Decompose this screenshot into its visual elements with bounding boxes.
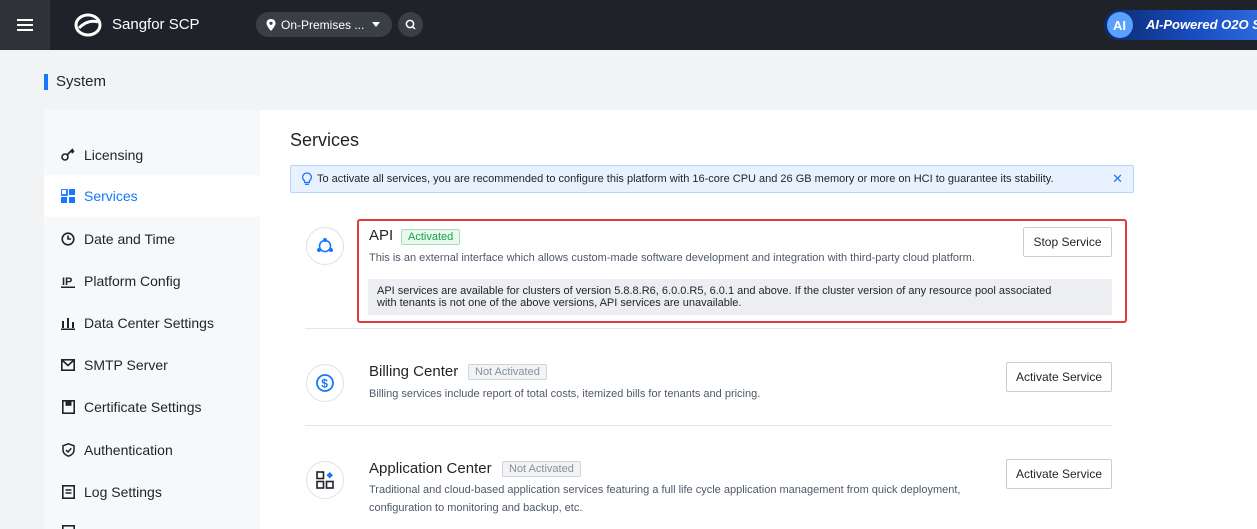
sidebar-item-label: Log Settings [84,484,162,500]
notice-text: To activate all services, you are recomm… [317,173,1054,185]
service-name-app-center: Application Center [369,460,492,477]
sidebar-item-services[interactable]: Services [44,175,260,217]
ai-banner[interactable]: AI AI-Powered O2O S [1104,10,1257,40]
sidebar: Licensing Services Date and Time IP Plat… [44,110,260,529]
sidebar-item-label: Certificate Settings [84,399,202,415]
shield-icon [60,442,76,458]
search-icon [405,19,416,30]
ip-icon: IP [60,273,76,289]
sidebar-item-platform-config[interactable]: IP Platform Config [44,260,260,302]
api-icon [306,227,344,265]
service-name-billing: Billing Center [369,363,459,380]
sangfor-logo-icon [74,13,102,37]
sidebar-item-certificate-settings[interactable]: Certificate Settings [44,386,260,428]
brand-name: Sangfor SCP [112,16,200,33]
sidebar-item-label: Date and Time [84,231,176,247]
sidebar-item-date-time[interactable]: Date and Time [44,218,260,260]
close-icon[interactable]: ✕ [1112,171,1123,187]
recommendation-notice: To activate all services, you are recomm… [290,165,1134,193]
service-description-billing: Billing services include report of total… [369,388,761,400]
sidebar-item-licensing[interactable]: Licensing [44,134,260,176]
sidebar-item-data-center-settings[interactable]: Data Center Settings [44,302,260,344]
environment-label: On-Premises ... [281,17,365,32]
certificate-icon [60,399,76,415]
status-badge-not-activated: Not Activated [468,364,547,380]
sidebar-item-label: Licensing [84,147,144,163]
hamburger-menu-button[interactable] [0,0,50,50]
page-title-accent [44,74,48,90]
svg-text:IP: IP [62,276,72,288]
activate-app-center-button[interactable]: Activate Service [1006,459,1112,489]
sidebar-item-label: Platform Config [84,273,181,289]
search-button[interactable] [398,12,423,37]
clock-icon [60,231,76,247]
top-bar: Sangfor SCP On-Premises ... AI AI-Powere… [0,0,1257,50]
dollar-icon: $ [306,364,344,402]
status-badge-not-activated: Not Activated [502,461,581,477]
lightbulb-icon [301,172,313,185]
ai-banner-text: AI-Powered O2O S [1146,17,1257,32]
more-item-icon [60,523,76,529]
activate-billing-button[interactable]: Activate Service [1006,362,1112,392]
svg-text:$: $ [321,377,328,391]
apps-icon [306,461,344,499]
location-pin-icon [266,18,276,31]
divider [305,328,1112,329]
mail-icon [60,357,76,373]
api-highlight-frame [357,219,1127,323]
bar-chart-icon [60,315,76,331]
divider [305,425,1112,426]
key-icon [60,147,76,163]
sidebar-item-label: SMTP Server [84,357,168,373]
ai-brain-icon: AI [1107,12,1133,38]
main-panel: Services To activate all services, you a… [260,110,1257,529]
sidebar-item-smtp-server[interactable]: SMTP Server [44,344,260,386]
sidebar-item-more[interactable] [44,513,260,529]
sidebar-item-log-settings[interactable]: Log Settings [44,471,260,513]
page-title: System [56,73,107,90]
sidebar-item-authentication[interactable]: Authentication [44,429,260,471]
menu-icon [17,19,33,31]
grid-icon [60,188,76,204]
section-title: Services [290,130,360,150]
chevron-down-icon [372,22,380,27]
log-icon [60,484,76,500]
service-description-app-center-line-2: configuration to monitoring and backup, … [369,502,583,514]
sidebar-item-label: Authentication [84,442,173,458]
environment-selector[interactable]: On-Premises ... [256,12,392,37]
svg-text:AI: AI [1113,18,1126,33]
sidebar-item-label: Services [84,188,138,204]
service-description-app-center-line-1: Traditional and cloud-based application … [369,484,961,496]
sidebar-item-label: Data Center Settings [84,315,214,331]
